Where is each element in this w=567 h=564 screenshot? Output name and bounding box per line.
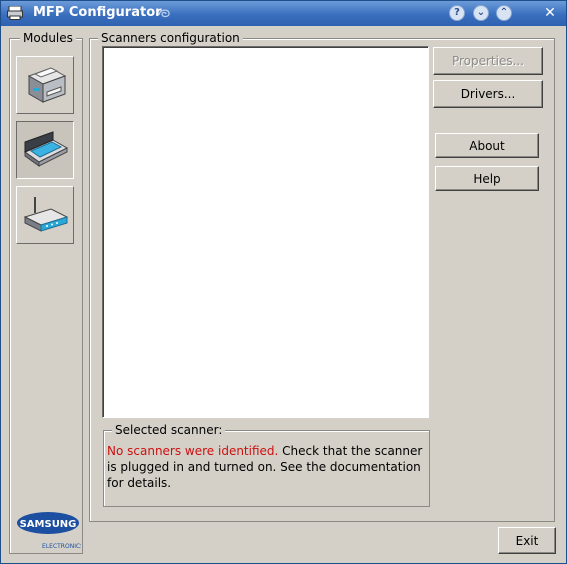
module-printer-button[interactable] (16, 56, 74, 114)
module-port-button[interactable] (16, 186, 74, 244)
samsung-logo: SAMSUNG ELECTRONICS (15, 511, 84, 551)
modules-label: Modules (20, 31, 76, 45)
scanners-configuration-label: Scanners configuration (98, 31, 243, 45)
window-title: MFP Configurator (33, 5, 162, 20)
help-title-button[interactable]: ? (449, 5, 465, 21)
scanner-list[interactable] (102, 46, 429, 418)
selected-scanner-label: Selected scanner: (112, 423, 226, 437)
printer-app-icon (7, 6, 23, 20)
mfp-configurator-window: MFP Configurator ? ⌄ ⌃ ✕ Modules SAMSUNG… (0, 0, 567, 564)
modules-group: Modules (9, 31, 83, 554)
exit-button[interactable]: Exit (498, 527, 556, 554)
close-title-button[interactable]: ✕ (542, 5, 558, 21)
drivers-button[interactable]: Drivers... (433, 80, 543, 108)
module-scanner-button[interactable] (16, 121, 74, 179)
minimize-title-button[interactable]: ⌄ (473, 5, 489, 21)
selected-scanner-status: No scanners were identified. Check that … (107, 443, 423, 491)
title-swirl-icon (158, 9, 170, 18)
maximize-title-button[interactable]: ⌃ (496, 5, 512, 21)
scanner-error-message: No scanners were identified. (107, 444, 279, 458)
printer-icon (27, 67, 67, 103)
port-icon (23, 197, 69, 232)
title-bar[interactable]: MFP Configurator ? ⌄ ⌃ ✕ (1, 1, 566, 26)
about-button[interactable]: About (435, 133, 539, 158)
svg-text:SAMSUNG: SAMSUNG (20, 519, 77, 530)
svg-text:ELECTRONICS: ELECTRONICS (42, 543, 81, 550)
scanner-icon (23, 131, 69, 167)
properties-button[interactable]: Properties... (433, 47, 543, 75)
help-button[interactable]: Help (435, 166, 539, 191)
